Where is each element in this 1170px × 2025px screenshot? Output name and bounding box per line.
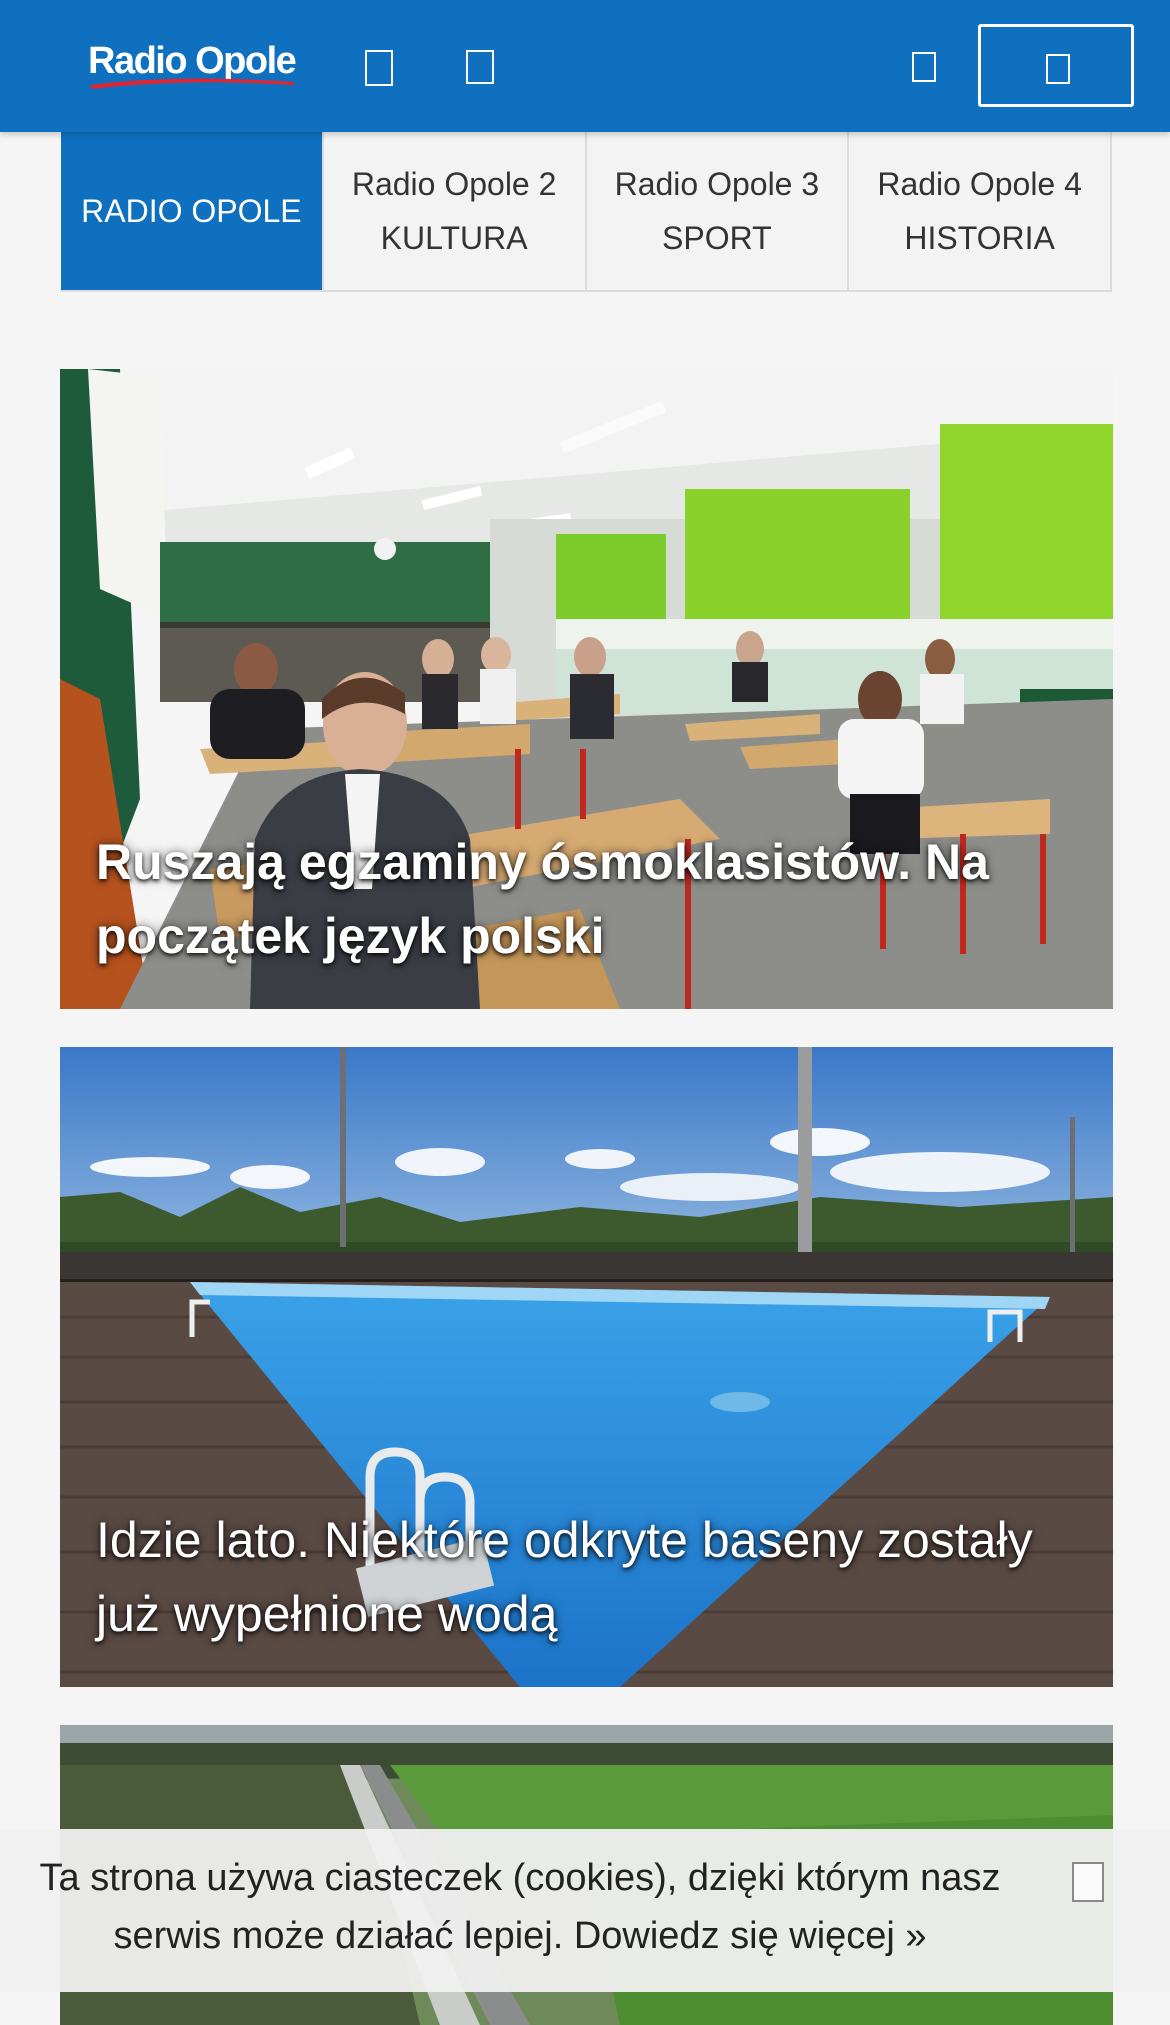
- cookie-banner: Ta strona używa ciasteczek (cookies), dz…: [0, 1829, 1170, 1992]
- tab-sublabel: SPORT: [662, 220, 772, 256]
- site-header: Radio Opole: [0, 0, 1170, 132]
- search-icon[interactable]: [466, 50, 494, 84]
- tab-label: Radio Opole 3: [614, 166, 820, 202]
- menu-icon[interactable]: [365, 50, 393, 86]
- user-icon[interactable]: [912, 52, 936, 82]
- play-button[interactable]: [978, 24, 1134, 107]
- tab-label: Radio Opole 2: [351, 166, 557, 202]
- tab-label: RADIO OPOLE: [81, 193, 302, 229]
- article-title: Idzie lato. Niektóre odkryte baseny zost…: [96, 1512, 1033, 1642]
- tab-radio-opole-3[interactable]: Radio Opole 3 SPORT: [584, 132, 848, 290]
- logo-swoosh-icon: [90, 78, 294, 89]
- play-icon: [1046, 54, 1070, 84]
- close-icon[interactable]: [1072, 1862, 1104, 1902]
- tab-radio-opole[interactable]: RADIO OPOLE: [61, 132, 322, 290]
- article-card[interactable]: Ruszają egzaminy ósmoklasistów. Na począ…: [60, 369, 1113, 1009]
- tab-sublabel: KULTURA: [380, 220, 528, 256]
- tab-label: Radio Opole 4: [877, 166, 1082, 202]
- tab-radio-opole-4[interactable]: Radio Opole 4 HISTORIA: [847, 132, 1112, 290]
- article-title: Ruszają egzaminy ósmoklasistów. Na począ…: [96, 834, 989, 964]
- station-tabs: RADIO OPOLE Radio Opole 2 KULTURA Radio …: [61, 132, 1112, 292]
- cookie-text[interactable]: Ta strona używa ciasteczek (cookies), dz…: [30, 1849, 1010, 1965]
- logo[interactable]: Radio Opole: [88, 36, 298, 94]
- tab-sublabel: HISTORIA: [904, 220, 1055, 256]
- tab-radio-opole-2[interactable]: Radio Opole 2 KULTURA: [321, 132, 585, 290]
- article-card[interactable]: Idzie lato. Niektóre odkryte baseny zost…: [60, 1047, 1113, 1687]
